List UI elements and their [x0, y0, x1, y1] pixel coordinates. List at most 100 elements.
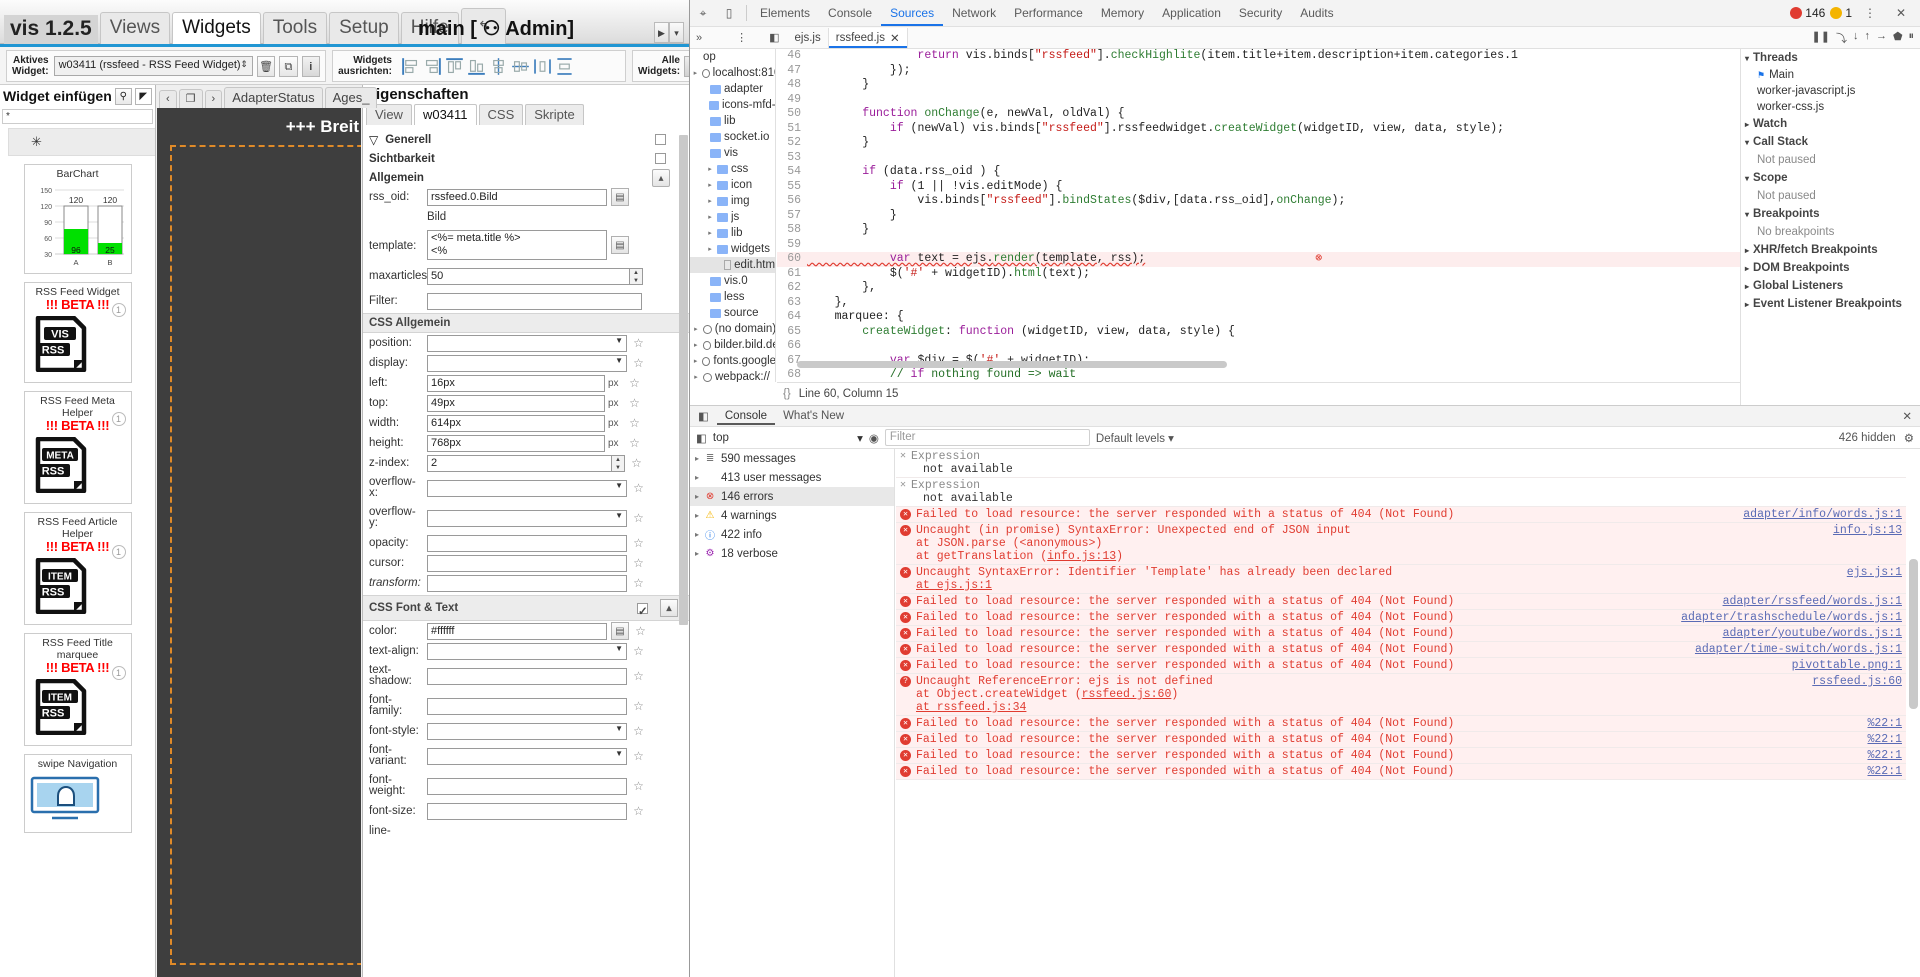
text-align-select[interactable]: ▼	[427, 642, 627, 660]
tree-expand-icon[interactable]: ▸	[692, 341, 700, 349]
debugger-section[interactable]: ▸ XHR/fetch Breakpoints	[1741, 241, 1920, 259]
debugger-item[interactable]: worker-javascript.js	[1741, 83, 1920, 99]
properties-scrollbar[interactable]	[679, 85, 688, 977]
error-count-badge[interactable]: 146	[1790, 6, 1825, 20]
tree-item[interactable]: ▸ bilder.bild.de	[690, 337, 775, 353]
line-number[interactable]: 57	[777, 208, 807, 223]
section-expand-icon[interactable]: ▾	[1745, 210, 1749, 219]
console-sidebar-item[interactable]: ▸ ⊗ 146 errors	[690, 487, 894, 506]
bind-star-icon[interactable]: ☆	[632, 779, 645, 793]
line-number[interactable]: 52	[777, 136, 807, 151]
console-filter-input[interactable]: Filter	[884, 429, 1090, 446]
console-messages[interactable]: ✕ Expression not available ✕ Expression not a…	[896, 449, 1906, 977]
zindex-stepper[interactable]: ▲ ▼	[612, 454, 625, 472]
code-line[interactable]: 59	[777, 237, 1740, 252]
display-select[interactable]: ▼	[427, 354, 627, 372]
console-source-link[interactable]: adapter/trashschedule/words.js:1	[1673, 611, 1902, 624]
line-number[interactable]: 46	[777, 49, 807, 64]
bind-star-icon[interactable]: ☆	[634, 624, 647, 638]
generell-checkbox[interactable]	[655, 134, 666, 145]
step-icon[interactable]: →	[1876, 30, 1887, 46]
tree-item[interactable]: ▸ lib	[690, 225, 775, 241]
tree-item[interactable]: vis	[690, 145, 775, 161]
template-textarea[interactable]: <%= meta.title %> <%	[427, 230, 607, 260]
drawer-close-icon[interactable]: ✕	[1902, 409, 1920, 423]
code-line[interactable]: 55 if (1 || !vis.editMode) {	[777, 179, 1740, 194]
code-line[interactable]: 68 // if nothing found => wait	[777, 368, 1740, 382]
console-sidebar[interactable]: ▸ ≣ 590 messages ▸ 413 user messages ▸ ⊗ 146 er…	[690, 449, 895, 977]
stack-source-link[interactable]: info.js:13	[1047, 550, 1116, 563]
line-number[interactable]: 51	[777, 121, 807, 136]
section-expand-icon[interactable]: ▾	[1745, 174, 1749, 183]
tree-expand-icon[interactable]: ▸	[706, 197, 714, 205]
code-line[interactable]: 63 },	[777, 295, 1740, 310]
expand-icon[interactable]: ▸	[695, 492, 699, 501]
maxarticles-input[interactable]: 50	[427, 267, 630, 285]
line-number[interactable]: 64	[777, 310, 807, 325]
format-braces-icon[interactable]: {}	[783, 388, 791, 400]
stack-source-link[interactable]: at ejs.js:1	[916, 579, 992, 592]
expand-icon[interactable]: ▸	[695, 530, 699, 539]
console-levels-select[interactable]: Default levels ▾	[1096, 431, 1174, 445]
bind-star-icon[interactable]: ☆	[628, 436, 641, 450]
stack-source-link[interactable]: rssfeed.js:60	[1082, 688, 1172, 701]
line-number[interactable]: 55	[777, 179, 807, 194]
line-number[interactable]: 58	[777, 223, 807, 238]
delete-widget-button[interactable]: 🗑	[256, 55, 276, 77]
template-edit-button[interactable]: ▤	[611, 236, 629, 254]
tab-performance[interactable]: Performance	[1005, 1, 1092, 26]
tab-elements[interactable]: Elements	[751, 1, 819, 26]
code-editor[interactable]: 46 return vis.binds["rssfeed"].checkHigh…	[777, 49, 1740, 382]
prop-section-allgemein[interactable]: Allgemein ▴	[363, 168, 689, 187]
tree-expand-icon[interactable]: ▸	[706, 165, 714, 173]
tree-expand-icon[interactable]: ▸	[692, 69, 699, 77]
menu-widgets[interactable]: Widgets	[172, 12, 261, 44]
console-message[interactable]: ✕ Failed to load resource: the server res…	[896, 716, 1906, 732]
tree-item[interactable]: ▸ widgets	[690, 241, 775, 257]
code-line[interactable]: 57 }	[777, 208, 1740, 223]
bind-star-icon[interactable]: ☆	[628, 396, 641, 410]
align-center-horizontal-icon[interactable]	[511, 57, 530, 76]
code-line[interactable]: 64 marquee: {	[777, 310, 1740, 325]
tree-item[interactable]: ▸ img	[690, 193, 775, 209]
tab-w03411[interactable]: w03411	[413, 104, 477, 125]
line-number[interactable]: 66	[777, 339, 807, 354]
filter-icon[interactable]: ◤	[134, 87, 152, 105]
widget-category-header[interactable]: ✳	[8, 128, 155, 156]
code-line[interactable]: 52 }	[777, 136, 1740, 151]
cursor-input[interactable]	[427, 554, 627, 572]
width-input[interactable]: 614px	[427, 414, 605, 432]
tab-application[interactable]: Application	[1153, 1, 1230, 26]
opacity-input[interactable]	[427, 534, 627, 552]
nav-down-icon[interactable]: ▾	[669, 22, 684, 43]
tree-expand-icon[interactable]: ▸	[706, 213, 714, 221]
widget-card-rss-article-helper[interactable]: RSS Feed Article Helper !!! BETA !!! 1 I…	[23, 512, 132, 625]
inspect-element-icon[interactable]: ⌖	[690, 0, 716, 26]
editor-hscrollbar-thumb[interactable]	[797, 361, 1227, 368]
code-line[interactable]: 56 vis.binds["rssfeed"].bindStates($div,…	[777, 194, 1740, 209]
line-number[interactable]: 47	[777, 63, 807, 78]
warning-count-badge[interactable]: 1	[1830, 6, 1852, 20]
prop-section-sichtbarkeit[interactable]: Sichtbarkeit	[363, 149, 689, 168]
debugger-section[interactable]: ▸ Global Listeners	[1741, 277, 1920, 295]
remove-expression-icon[interactable]: ✕	[900, 450, 906, 462]
drawer-tab-whats-new[interactable]: What's New	[775, 407, 852, 425]
widget-card-rss-meta-helper[interactable]: RSS Feed Meta Helper !!! BETA !!! 1 META…	[23, 391, 132, 504]
bind-star-icon[interactable]: ☆	[632, 356, 645, 370]
console-source-link[interactable]: %22:1	[1859, 717, 1902, 730]
inline-error-icon[interactable]: ⊗	[1315, 252, 1322, 267]
pause-on-exceptions-icon[interactable]: ⏸	[1909, 30, 1915, 46]
bind-star-icon[interactable]: ☆	[632, 804, 645, 818]
drawer-tab-console[interactable]: Console	[717, 407, 775, 425]
code-line[interactable]: 53	[777, 150, 1740, 165]
expand-icon[interactable]: ▸	[695, 511, 699, 520]
tab-security[interactable]: Security	[1230, 1, 1291, 26]
align-center-vertical-icon[interactable]	[489, 57, 508, 76]
console-message[interactable]: ✕ Expression not available	[896, 449, 1906, 478]
expand-icon[interactable]: ▸	[695, 473, 699, 482]
bind-star-icon[interactable]: ☆	[632, 644, 645, 658]
zindex-input[interactable]: 2	[427, 454, 612, 472]
debugger-section[interactable]: ▸ DOM Breakpoints	[1741, 259, 1920, 277]
copy-widget-button[interactable]: ⧉	[279, 55, 298, 77]
code-line[interactable]: 47 });	[777, 63, 1740, 78]
